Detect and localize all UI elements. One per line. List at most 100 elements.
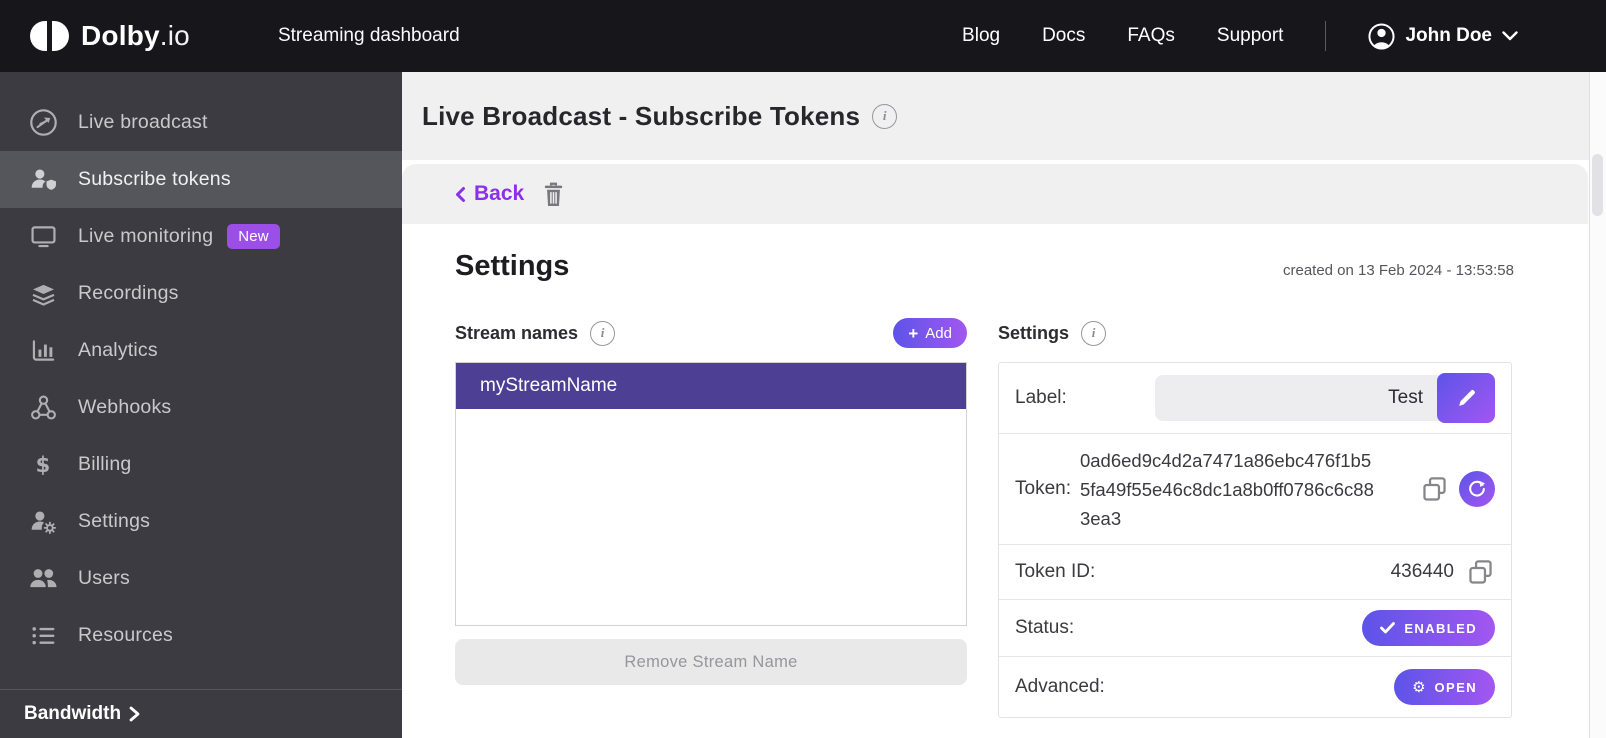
copy-icon [1420, 475, 1449, 504]
status-value: ENABLED [1404, 621, 1477, 636]
advanced-value: OPEN [1435, 680, 1477, 695]
page-titlebar: Live Broadcast - Subscribe Tokens i [402, 72, 1590, 160]
new-badge: New [227, 224, 280, 249]
sidebar-list: Live broadcast Subscribe tokens Live mon… [0, 72, 402, 664]
stream-names-list: myStreamName [455, 362, 967, 626]
brand-text: Dolby.io [81, 20, 190, 52]
content-area: Settings created on 13 Feb 2024 - 13:53:… [402, 224, 1590, 738]
main-pane: Live Broadcast - Subscribe Tokens i Back… [402, 72, 1606, 738]
add-label: Add [925, 325, 952, 342]
sidebar-item-label: Subscribe tokens [78, 168, 231, 191]
check-icon [1380, 622, 1395, 634]
subscribe-tokens-icon [26, 164, 60, 195]
status-row: Status: ENABLED [999, 600, 1511, 657]
pencil-icon [1456, 388, 1477, 409]
token-id-value: 436440 [1391, 561, 1454, 583]
advanced-open-button[interactable]: ⚙ OPEN [1394, 669, 1495, 705]
dolby-double-d-icon [30, 21, 69, 51]
sidebar-item-settings[interactable]: Settings [0, 493, 402, 550]
resources-list-icon [26, 620, 60, 651]
nav-link-support[interactable]: Support [1217, 25, 1284, 47]
token-id-row: Token ID: 436440 [999, 545, 1511, 600]
section-title: Settings [455, 250, 569, 283]
analytics-icon [26, 335, 60, 366]
token-settings-section: Settings i Label: [998, 317, 1512, 718]
sidebar-item-label: Settings [78, 510, 150, 533]
nav-divider [1325, 21, 1326, 51]
nav-links: Blog Docs FAQs Support John Doe [962, 21, 1518, 51]
back-toolbar: Back [402, 164, 1588, 224]
advanced-row: Advanced: ⚙ OPEN [999, 657, 1511, 717]
sidebar-item-label: Recordings [78, 282, 179, 305]
token-settings-info-icon[interactable]: i [1081, 321, 1106, 346]
page-title: Live Broadcast - Subscribe Tokens [422, 101, 860, 132]
sidebar-item-label: Live broadcast [78, 111, 208, 134]
sidebar-item-label: Analytics [78, 339, 158, 362]
sidebar-item-live-broadcast[interactable]: Live broadcast [0, 94, 402, 151]
token-settings-label: Settings [998, 323, 1069, 344]
chevron-right-icon [129, 706, 140, 722]
sidebar-item-recordings[interactable]: Recordings [0, 265, 402, 322]
settings-heading-row: Settings created on 13 Feb 2024 - 13:53:… [455, 250, 1514, 283]
chevron-left-icon [455, 186, 466, 203]
sidebar-item-resources[interactable]: Resources [0, 607, 402, 664]
app-title: Streaming dashboard [278, 25, 460, 47]
status-enabled-toggle[interactable]: ENABLED [1362, 610, 1495, 646]
copy-icon [1466, 558, 1495, 587]
status-name: Status: [1015, 617, 1074, 639]
nav-link-docs[interactable]: Docs [1042, 25, 1085, 47]
plus-icon: + [908, 325, 918, 342]
trash-icon [542, 181, 565, 207]
scrollbar-thumb[interactable] [1592, 154, 1603, 216]
users-icon [26, 563, 60, 594]
settings-person-gear-icon [26, 506, 60, 537]
copy-token-button[interactable] [1420, 475, 1449, 504]
live-broadcast-icon [26, 107, 60, 138]
nav-link-blog[interactable]: Blog [962, 25, 1000, 47]
live-monitoring-icon [26, 221, 60, 252]
sidebar-item-subscribe-tokens[interactable]: Subscribe tokens [0, 151, 402, 208]
sidebar-item-webhooks[interactable]: Webhooks [0, 379, 402, 436]
label-row: Label: [999, 363, 1511, 434]
stream-name-item[interactable]: myStreamName [456, 363, 966, 409]
token-value: 0ad6ed9c4d2a7471a86ebc476f1b5 5fa49f55e4… [1080, 446, 1402, 533]
bandwidth-label: Bandwidth [24, 703, 121, 725]
brand-name: Dolby [81, 20, 160, 51]
vertical-scrollbar[interactable] [1589, 72, 1606, 738]
nav-link-faqs[interactable]: FAQs [1127, 25, 1175, 47]
back-button[interactable]: Back [455, 182, 524, 206]
stream-names-info-icon[interactable]: i [590, 321, 615, 346]
dolby-logo[interactable]: Dolby.io [30, 20, 190, 52]
top-navbar: Dolby.io Streaming dashboard Blog Docs F… [0, 0, 1606, 72]
user-name: John Doe [1405, 25, 1492, 47]
webhooks-icon [26, 392, 60, 423]
advanced-name: Advanced: [1015, 676, 1105, 698]
created-timestamp: created on 13 Feb 2024 - 13:53:58 [1283, 262, 1514, 283]
token-id-name: Token ID: [1015, 561, 1095, 583]
page-info-icon[interactable]: i [872, 104, 897, 129]
copy-token-id-button[interactable] [1466, 558, 1495, 587]
edit-label-button[interactable] [1437, 373, 1495, 423]
sidebar-item-users[interactable]: Users [0, 550, 402, 607]
sidebar-item-label: Webhooks [78, 396, 171, 419]
add-stream-button[interactable]: + Add [893, 318, 967, 348]
refresh-icon [1467, 479, 1487, 499]
dollar-icon: $ [26, 453, 60, 477]
sidebar-footer-bandwidth[interactable]: Bandwidth [0, 689, 402, 738]
recordings-icon [26, 278, 60, 309]
sidebar-item-billing[interactable]: $ Billing [0, 436, 402, 493]
user-menu[interactable]: John Doe [1368, 23, 1518, 50]
sidebar-item-label: Live monitoring [78, 225, 213, 248]
gears-icon: ⚙ [1412, 678, 1425, 696]
delete-token-button[interactable] [540, 179, 567, 209]
token-row-name: Token: [1015, 478, 1071, 500]
sidebar-item-label: Billing [78, 453, 131, 476]
label-input[interactable] [1155, 375, 1439, 421]
sidebar-item-live-monitoring[interactable]: Live monitoring New [0, 208, 402, 265]
sidebar-item-label: Users [78, 567, 130, 590]
avatar-icon [1368, 23, 1395, 50]
regenerate-token-button[interactable] [1459, 471, 1495, 507]
remove-stream-button[interactable]: Remove Stream Name [455, 639, 967, 685]
label-row-name: Label: [1015, 387, 1067, 409]
sidebar-item-analytics[interactable]: Analytics [0, 322, 402, 379]
